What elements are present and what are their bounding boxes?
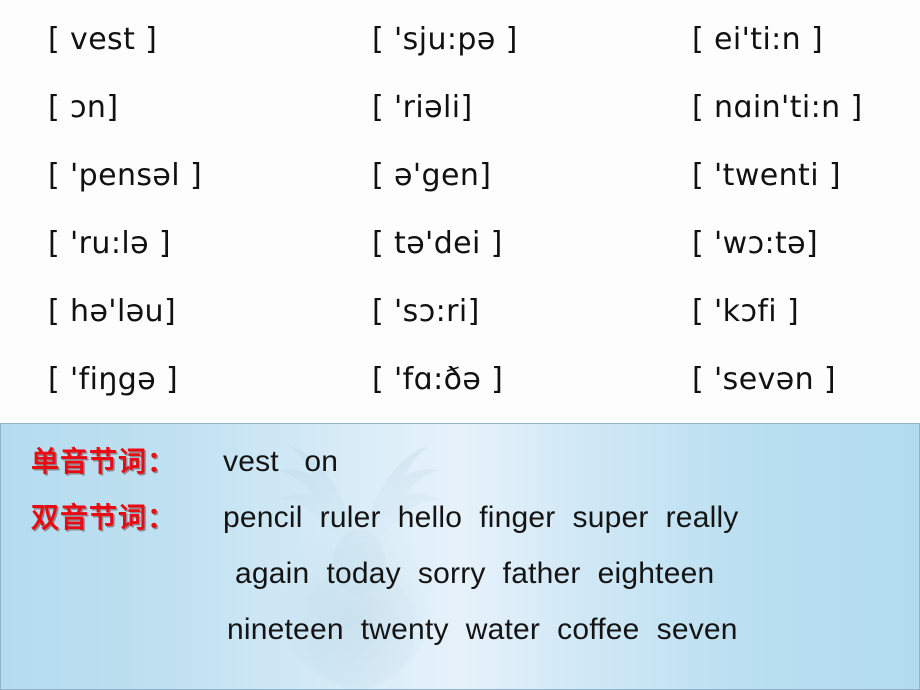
disyllabic-word-line-3: nineteen twenty water coffee seven: [227, 613, 738, 646]
monosyllabic-word-list: vest on: [223, 445, 339, 478]
phonetic-cell-seven: [ 'sevən ]: [692, 362, 837, 397]
phonetic-cell-again: [ ə'gen]: [372, 158, 492, 193]
monosyllabic-row: 单音节词： vest on: [1, 434, 919, 490]
phonetic-cell-really: [ 'riəli]: [372, 90, 473, 125]
phonetic-cell-finger: [ 'fiŋgə ]: [48, 362, 179, 397]
phonetic-row: [ 'fiŋgə ] [ 'fɑ:ðə ] [ 'sevən ]: [0, 348, 920, 412]
phonetic-cell-hello: [ hə'ləu]: [48, 294, 177, 329]
disyllabic-word-line-1: pencil ruler hello finger super really: [223, 501, 739, 534]
phonetic-cell-today: [ tə'dei ]: [372, 226, 503, 261]
disyllabic-row: 双音节词： pencil ruler hello finger super re…: [1, 490, 919, 546]
phonetic-cell-ruler: [ 'ru:lə ]: [48, 226, 171, 261]
phonetic-row: [ ɔn] [ 'riəli] [ nɑin'ti:n ]: [0, 76, 920, 140]
phonetic-row: [ vest ] [ 'sju:pə ] [ ei'ti:n ]: [0, 8, 920, 72]
phonetic-cell-pencil: [ 'pensəl ]: [48, 158, 203, 193]
disyllabic-row-continued: nineteen twenty water coffee seven: [1, 602, 919, 658]
phonetic-row: [ 'pensəl ] [ ə'gen] [ 'twenti ]: [0, 144, 920, 208]
word-classification-panel: 单音节词： vest on 双音节词： pencil ruler hello f…: [0, 423, 920, 690]
phonetic-cell-super: [ 'sju:pə ]: [372, 22, 518, 57]
panel-text-content: 单音节词： vest on 双音节词： pencil ruler hello f…: [1, 424, 919, 689]
phonetic-cell-eighteen: [ ei'ti:n ]: [692, 22, 824, 57]
phonetic-cell-nineteen: [ nɑin'ti:n ]: [692, 90, 863, 125]
disyllabic-row-continued: again today sorry father eighteen: [1, 546, 919, 602]
phonetic-row: [ hə'ləu] [ 'sɔ:ri] [ 'kɔfi ]: [0, 280, 920, 344]
phonetic-cell-on: [ ɔn]: [48, 90, 119, 125]
disyllabic-label: 双音节词：: [31, 501, 177, 534]
phonetic-cell-water: [ 'wɔ:tə]: [692, 226, 819, 261]
phonetic-cell-twenty: [ 'twenti ]: [692, 158, 841, 193]
phonetic-row: [ 'ru:lə ] [ tə'dei ] [ 'wɔ:tə]: [0, 212, 920, 276]
phonetic-cell-sorry: [ 'sɔ:ri]: [372, 294, 480, 329]
phonetic-cell-father: [ 'fɑ:ðə ]: [372, 362, 504, 397]
monosyllabic-label: 单音节词：: [31, 445, 177, 478]
phonetic-cell-vest: [ vest ]: [48, 22, 158, 57]
disyllabic-word-line-2: again today sorry father eighteen: [235, 557, 715, 590]
phonetic-cell-coffee: [ 'kɔfi ]: [692, 294, 800, 329]
phonetics-grid: [ vest ] [ 'sju:pə ] [ ei'ti:n ] [ ɔn] […: [0, 0, 920, 423]
